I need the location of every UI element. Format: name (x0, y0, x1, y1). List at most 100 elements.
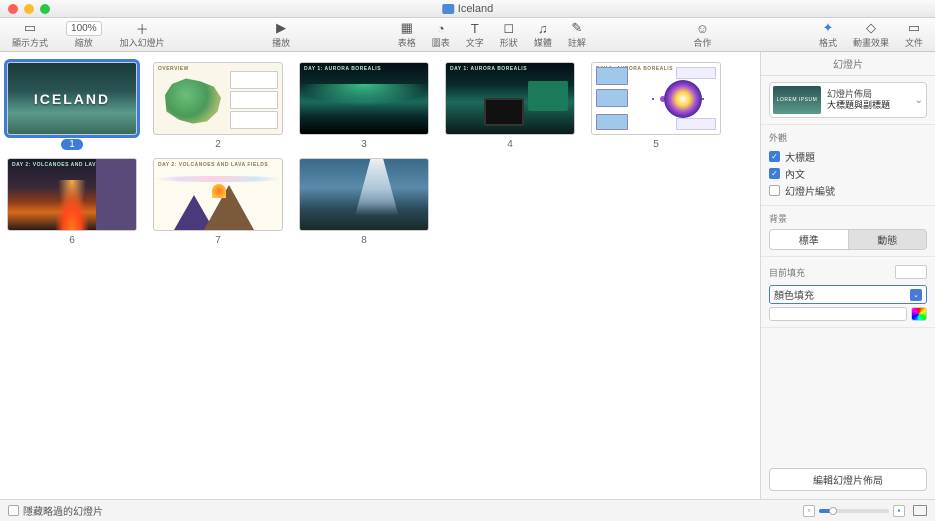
slide-number: 3 (361, 139, 367, 150)
checkbox-title[interactable]: ✓ (769, 151, 780, 162)
collaborate-button[interactable]: ☺ 合作 (685, 18, 719, 51)
view-mode-button[interactable]: ▭ 顯示方式 (4, 18, 56, 51)
hide-skipped-checkbox[interactable] (8, 505, 19, 516)
window-title: Iceland (442, 3, 493, 15)
slide-preview: DAY 1: AURORA BOREALIS (591, 62, 721, 135)
media-button[interactable]: ♫ 媒體 (526, 18, 560, 51)
format-label: 格式 (819, 36, 837, 49)
slide-thumb-3[interactable]: DAY 1: AURORA BOREALIS 3 (298, 62, 430, 150)
fullscreen-button[interactable] (913, 505, 927, 516)
document-icon (442, 4, 454, 14)
add-slide-button[interactable]: ＋ 加入幻燈片 (112, 18, 173, 51)
window-titlebar: Iceland (0, 0, 935, 18)
zoom-in-button[interactable]: ▪ (893, 505, 905, 517)
zoom-track[interactable] (819, 509, 889, 513)
chart-button[interactable]: ◔ 圖表 (424, 18, 458, 51)
zoom-knob[interactable] (829, 507, 837, 515)
chart-icon: ◔ (437, 20, 445, 36)
layout-text: 幻燈片佈局 大標題與副標題 (827, 89, 909, 111)
maximize-window-button[interactable] (40, 4, 50, 14)
slide-thumb-1[interactable]: 1 (6, 62, 138, 150)
fill-color-well[interactable] (769, 307, 907, 321)
slide-preview (299, 158, 429, 231)
layout-name: 大標題與副標題 (827, 100, 909, 111)
zoom-out-button[interactable]: ▫ (803, 505, 815, 517)
current-fill-swatch[interactable] (895, 265, 927, 279)
minimize-window-button[interactable] (24, 4, 34, 14)
main-area: 1 OVERVIEW 2 DAY 1: AURORA BOREALIS 3 DA… (0, 52, 935, 499)
hide-skipped-label: 隱藏略過的幻燈片 (23, 503, 103, 518)
document-inspector-icon: ▭ (908, 20, 920, 36)
zoom-dropdown[interactable]: 100% 縮放 (56, 18, 112, 51)
window-title-text: Iceland (458, 3, 493, 15)
text-icon: T (471, 20, 479, 36)
slide-thumb-2[interactable]: OVERVIEW 2 (152, 62, 284, 150)
zoom-label: 縮放 (75, 36, 93, 49)
media-icon: ♫ (538, 20, 548, 36)
text-label: 文字 (466, 36, 484, 49)
inspector-tab-slide[interactable]: 幻燈片 (761, 52, 935, 76)
appearance-section: 外觀 ✓ 大標題 ✓ 內文 幻燈片編號 (761, 125, 935, 206)
body-checkbox-label: 內文 (785, 166, 805, 181)
table-label: 表格 (398, 36, 416, 49)
format-icon: ✦ (823, 20, 834, 36)
format-inspector-button[interactable]: ✦ 格式 (811, 18, 845, 51)
collaborate-label: 合作 (693, 36, 711, 49)
animate-inspector-button[interactable]: ◇ 動畫效果 (845, 18, 897, 51)
slide-number: 7 (215, 235, 221, 246)
play-label: 播放 (272, 36, 290, 49)
appearance-heading: 外觀 (769, 131, 927, 144)
thumbnail-zoom-slider[interactable]: ▫ ▪ (803, 505, 905, 517)
background-section: 背景 標準 動態 (761, 206, 935, 257)
slide-thumb-7[interactable]: DAY 2: VOLCANOES AND LAVA FIELDS 7 (152, 158, 284, 246)
background-dynamic-button[interactable]: 動態 (848, 230, 927, 249)
document-label: 文件 (905, 36, 923, 49)
title-checkbox-row[interactable]: ✓ 大標題 (769, 148, 927, 165)
view-icon: ▭ (24, 20, 36, 36)
comment-icon: ✎ (571, 20, 582, 36)
fill-section: 目前填充 顏色填充 ⌄ (761, 257, 935, 328)
background-heading: 背景 (769, 212, 927, 225)
animate-icon: ◇ (866, 20, 876, 36)
slide-thumb-8[interactable]: 8 (298, 158, 430, 246)
dropdown-icon: ⌄ (910, 289, 922, 301)
title-checkbox-label: 大標題 (785, 149, 815, 164)
slide-preview: DAY 2: VOLCANOES AND LAVA FIELDS (153, 158, 283, 231)
slide-number: 4 (507, 139, 513, 150)
close-window-button[interactable] (8, 4, 18, 14)
slide-preview (7, 62, 137, 135)
media-label: 媒體 (534, 36, 552, 49)
slide-layout-picker[interactable]: 幻燈片佈局 大標題與副標題 ⌄ (769, 82, 927, 118)
slide-thumb-4[interactable]: DAY 1: AURORA BOREALIS 4 (444, 62, 576, 150)
add-slide-label: 加入幻燈片 (120, 36, 165, 49)
chevron-down-icon: ⌄ (915, 95, 923, 106)
layout-caption: 幻燈片佈局 (827, 89, 909, 100)
slide-number-checkbox-row[interactable]: 幻燈片編號 (769, 182, 927, 199)
checkbox-slide-number[interactable] (769, 185, 780, 196)
play-button[interactable]: ▶ 播放 (264, 18, 298, 51)
checkbox-body[interactable]: ✓ (769, 168, 780, 179)
fill-type-select[interactable]: 顏色填充 ⌄ (769, 285, 927, 304)
slide-thumb-6[interactable]: DAY 2: VOLCANOES AND LAVA FIELDS 6 (6, 158, 138, 246)
slide-grid: 1 OVERVIEW 2 DAY 1: AURORA BOREALIS 3 DA… (6, 62, 754, 246)
table-button[interactable]: ▦ 表格 (390, 18, 424, 51)
slide-number: 6 (69, 235, 75, 246)
play-icon: ▶ (276, 20, 286, 36)
background-standard-button[interactable]: 標準 (770, 230, 848, 249)
body-checkbox-row[interactable]: ✓ 內文 (769, 165, 927, 182)
comment-button[interactable]: ✎ 註解 (560, 18, 594, 51)
edit-slide-layout-button[interactable]: 編輯幻燈片佈局 (769, 468, 927, 491)
slide-number: 8 (361, 235, 367, 246)
shape-button[interactable]: ◻ 形狀 (492, 18, 526, 51)
document-inspector-button[interactable]: ▭ 文件 (897, 18, 931, 51)
color-picker-button[interactable] (911, 307, 927, 321)
light-table-view[interactable]: 1 OVERVIEW 2 DAY 1: AURORA BOREALIS 3 DA… (0, 52, 760, 499)
add-slide-icon: ＋ (136, 20, 149, 36)
layout-section: 幻燈片佈局 大標題與副標題 ⌄ (761, 76, 935, 125)
fill-color-row (769, 307, 927, 321)
slide-thumb-5[interactable]: DAY 1: AURORA BOREALIS 5 (590, 62, 722, 150)
bottom-bar: 隱藏略過的幻燈片 ▫ ▪ (0, 499, 935, 521)
background-segmented-control[interactable]: 標準 動態 (769, 229, 927, 250)
text-button[interactable]: T 文字 (458, 18, 492, 51)
fill-heading: 目前填充 (769, 266, 805, 279)
